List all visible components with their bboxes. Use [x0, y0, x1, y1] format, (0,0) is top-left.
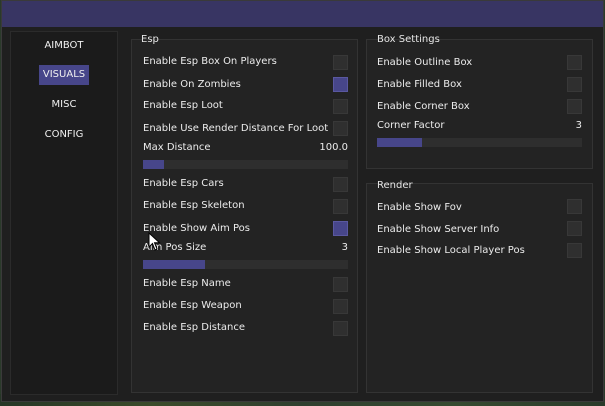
window-titlebar[interactable] — [2, 1, 603, 27]
esp-skeleton-checkbox[interactable] — [333, 199, 348, 214]
max-distance-value: 100.0 — [319, 142, 348, 153]
corner-factor-slider-fill — [377, 138, 423, 147]
esp-cars-checkbox[interactable] — [333, 177, 348, 192]
show-aim-pos-checkbox[interactable] — [333, 221, 348, 236]
mouse-cursor-icon — [148, 232, 161, 251]
box-settings-panel: Box Settings Enable Outline Box Enable F… — [366, 34, 593, 169]
esp-box-on-players-label: Enable Esp Box On Players — [143, 56, 277, 67]
sidebar-item-aimbot[interactable]: AIMBOT — [39, 36, 89, 56]
corner-box-label: Enable Corner Box — [377, 101, 470, 112]
esp-name-checkbox[interactable] — [333, 277, 348, 292]
esp-panel: Esp Enable Esp Box On Players Enable On … — [131, 34, 358, 393]
render-panel: Render Enable Show Fov Enable Show Serve… — [366, 180, 593, 393]
corner-box-checkbox[interactable] — [567, 99, 582, 114]
sidebar-item-config[interactable]: CONFIG — [39, 125, 89, 145]
esp-cars-label: Enable Esp Cars — [143, 178, 224, 189]
esp-skeleton-label: Enable Esp Skeleton — [143, 200, 245, 211]
aim-pos-size-slider[interactable] — [143, 260, 348, 269]
local-player-pos-label: Enable Show Local Player Pos — [377, 245, 525, 256]
aim-pos-size-value: 3 — [341, 242, 348, 253]
esp-loot-label: Enable Esp Loot — [143, 100, 223, 111]
corner-factor-label: Corner Factor — [377, 120, 445, 131]
sidebar-item-visuals[interactable]: VISUALS — [39, 65, 89, 85]
max-distance-slider-fill — [143, 160, 164, 169]
render-title: Render — [377, 180, 413, 191]
sidebar: AIMBOT VISUALS MISC CONFIG — [10, 31, 118, 395]
corner-factor-value: 3 — [575, 120, 582, 131]
filled-box-label: Enable Filled Box — [377, 79, 462, 90]
esp-box-on-players-checkbox[interactable] — [333, 55, 348, 70]
local-player-pos-checkbox[interactable] — [567, 243, 582, 258]
server-info-checkbox[interactable] — [567, 221, 582, 236]
show-fov-checkbox[interactable] — [567, 199, 582, 214]
esp-loot-checkbox[interactable] — [333, 99, 348, 114]
show-fov-label: Enable Show Fov — [377, 202, 462, 213]
esp-weapon-checkbox[interactable] — [333, 299, 348, 314]
outline-box-checkbox[interactable] — [567, 55, 582, 70]
esp-name-label: Enable Esp Name — [143, 278, 231, 289]
max-distance-slider[interactable] — [143, 160, 348, 169]
esp-distance-label: Enable Esp Distance — [143, 322, 246, 333]
esp-panel-title: Esp — [141, 34, 159, 45]
max-distance-label: Max Distance — [143, 142, 211, 153]
esp-weapon-label: Enable Esp Weapon — [143, 300, 242, 311]
server-info-label: Enable Show Server Info — [377, 224, 500, 235]
render-distance-loot-checkbox[interactable] — [333, 121, 348, 136]
cheat-menu-window: AIMBOT VISUALS MISC CONFIG Esp Enable Es… — [1, 0, 604, 402]
box-settings-title: Box Settings — [377, 34, 440, 45]
aim-pos-size-slider-fill — [143, 260, 205, 269]
corner-factor-slider[interactable] — [377, 138, 582, 147]
render-distance-loot-label: Enable Use Render Distance For Loot — [143, 123, 329, 134]
outline-box-label: Enable Outline Box — [377, 57, 473, 68]
filled-box-checkbox[interactable] — [567, 77, 582, 92]
sidebar-item-misc[interactable]: MISC — [39, 95, 89, 115]
on-zombies-label: Enable On Zombies — [143, 79, 241, 90]
esp-distance-checkbox[interactable] — [333, 321, 348, 336]
on-zombies-checkbox[interactable] — [333, 77, 348, 92]
